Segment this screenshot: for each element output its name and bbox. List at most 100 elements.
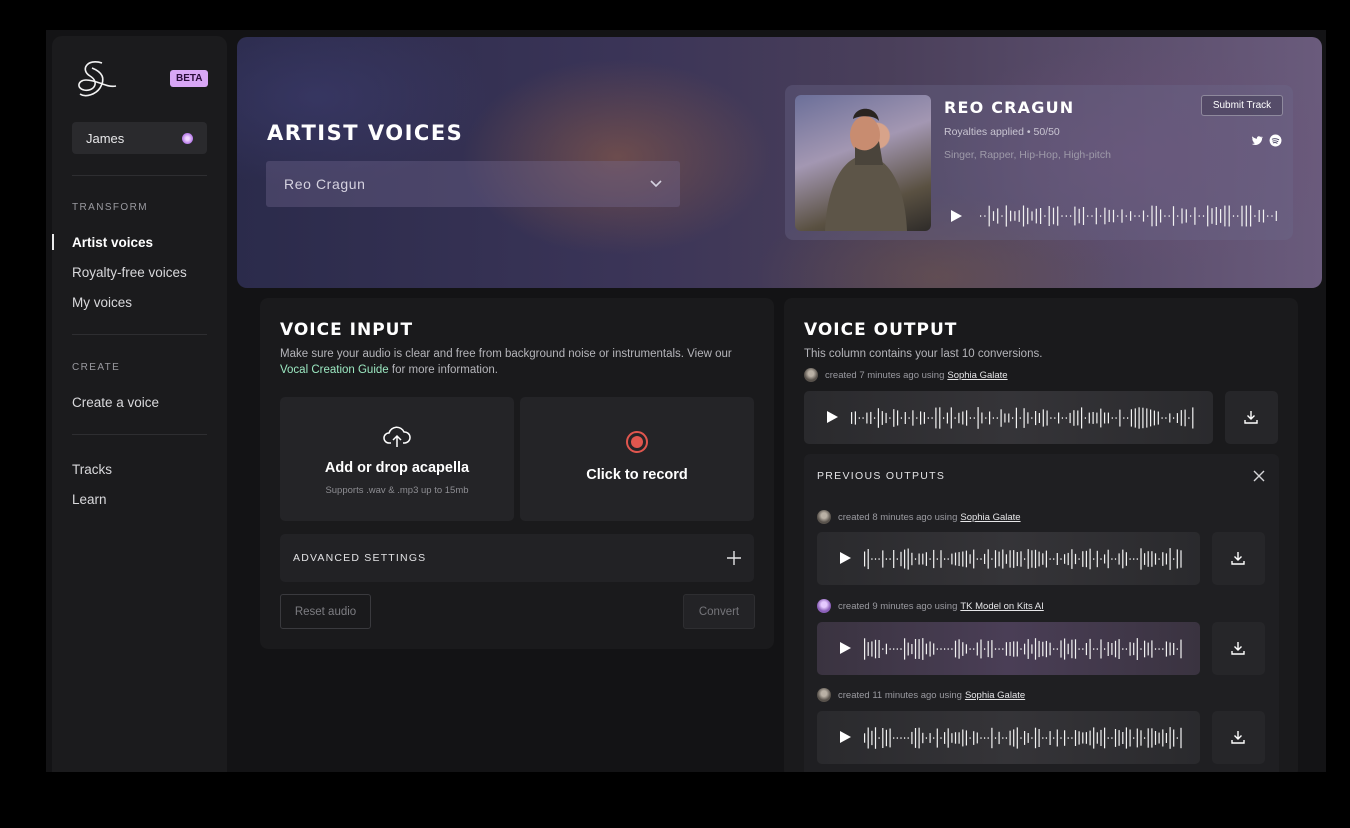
waveform-bar (998, 731, 1000, 745)
waveform-bar (1192, 407, 1194, 429)
nav-item-create-a-voice[interactable]: Create a voice (72, 395, 159, 410)
waveform-bar (1061, 215, 1063, 217)
waveform-bar (940, 648, 942, 650)
waveform-bar (1049, 642, 1051, 656)
waveform-bar (997, 208, 999, 224)
close-icon[interactable] (1253, 470, 1265, 482)
convert-button[interactable]: Convert (683, 594, 755, 629)
waveform-bar (1031, 644, 1033, 654)
waveform-bar (1158, 558, 1160, 560)
waveform-bar (1074, 639, 1077, 659)
waveform-bar (1211, 208, 1213, 224)
waveform-bar (1053, 737, 1055, 739)
waveform-bar (900, 737, 902, 739)
waveform[interactable] (980, 205, 1280, 227)
waveform-bar (1009, 642, 1011, 656)
download-button[interactable] (1225, 391, 1278, 444)
nav-item-tracks[interactable]: Tracks (72, 462, 112, 477)
waveform-bar (1031, 550, 1033, 568)
waveform-bar (1151, 551, 1153, 567)
reset-audio-button[interactable]: Reset audio (280, 594, 371, 629)
nav-item-learn[interactable]: Learn (72, 492, 107, 507)
waveform-bar (1096, 412, 1098, 424)
model-link[interactable]: TK Model on Kits AI (960, 601, 1043, 612)
download-button[interactable] (1212, 622, 1265, 675)
plus-icon (727, 551, 741, 565)
waveform-bar (1024, 731, 1026, 745)
waveform[interactable] (864, 727, 1184, 749)
waveform-bar (965, 550, 967, 568)
sidebar: BETA James TRANSFORM Artist voices Royal… (52, 36, 227, 772)
waveform-bar (1169, 413, 1171, 423)
download-button[interactable] (1212, 532, 1265, 585)
waveform-bar (1108, 209, 1110, 222)
waveform-bar (904, 412, 906, 424)
model-link[interactable]: Sophia Galate (947, 370, 1007, 381)
nav-item-artist-voices[interactable]: Artist voices (72, 235, 153, 250)
play-icon[interactable] (838, 551, 852, 565)
waveform-bar (867, 642, 869, 656)
model-link[interactable]: Sophia Galate (965, 690, 1025, 701)
waveform-bar (933, 549, 935, 569)
waveform-bar (1237, 215, 1239, 217)
waveform[interactable] (864, 638, 1184, 660)
waveform-bar (1038, 640, 1040, 658)
waveform-bar (858, 417, 860, 419)
waveform-bar (1054, 417, 1056, 419)
upload-dropzone[interactable]: Add or drop acapella Supports .wav & .mp… (280, 397, 514, 521)
waveform-bar (1004, 413, 1006, 423)
waveform-bar (954, 732, 957, 744)
waveform-bar (1121, 209, 1123, 223)
artist-select[interactable]: Reo Cragun (266, 161, 680, 207)
waveform-bar (866, 412, 868, 424)
model-link[interactable]: Sophia Galate (960, 512, 1020, 523)
play-icon[interactable] (838, 730, 852, 744)
waveform-bar (1048, 206, 1050, 226)
waveform-bar (965, 644, 967, 654)
waveform-bar (1129, 729, 1131, 747)
waveform-bar (1042, 737, 1044, 739)
twitter-icon[interactable] (1250, 134, 1263, 147)
waveform-bar (1140, 648, 1142, 650)
waveform-bar (931, 417, 933, 419)
waveform-bar (1169, 727, 1171, 749)
nav-item-royalty-free-voices[interactable]: Royalty-free voices (72, 265, 187, 280)
output-meta-text: created 7 minutes ago using (825, 369, 945, 381)
submit-track-button[interactable]: Submit Track (1201, 95, 1283, 116)
waveform-bar (1161, 417, 1163, 419)
waveform-bar (1158, 648, 1160, 650)
waveform-bar (882, 648, 884, 650)
vocal-creation-guide-link[interactable]: Vocal Creation Guide (280, 364, 389, 376)
waveform-bar (914, 728, 917, 748)
play-icon[interactable] (825, 410, 839, 424)
waveform-bar (1078, 208, 1080, 224)
waveform-bar (914, 639, 917, 659)
waveform-bar (1049, 731, 1051, 745)
play-icon[interactable] (838, 641, 852, 655)
waveform-bar (981, 412, 983, 424)
waveform[interactable] (864, 548, 1184, 570)
waveform-bar (900, 417, 902, 419)
waveform-bar (1077, 410, 1079, 426)
artist-name: REO CRAGUN (944, 98, 1075, 117)
waveform-bar (1111, 558, 1113, 560)
waveform-bar (980, 639, 982, 659)
advanced-settings-toggle[interactable]: ADVANCED SETTINGS (280, 534, 754, 582)
waveform-bar (1254, 215, 1256, 217)
waveform-bar (1220, 209, 1222, 223)
waveform[interactable] (851, 407, 1196, 429)
waveform-bar (896, 558, 898, 560)
waveform-bar (1155, 205, 1157, 227)
record-button[interactable]: Click to record (520, 397, 754, 521)
waveform-bar (922, 732, 924, 744)
spotify-icon[interactable] (1269, 134, 1282, 147)
logo-icon[interactable] (72, 58, 122, 100)
user-menu[interactable]: James (72, 122, 207, 154)
waveform-bar (1198, 215, 1200, 217)
download-button[interactable] (1212, 711, 1265, 764)
nav-item-my-voices[interactable]: My voices (72, 295, 132, 310)
waveform-bar (1125, 727, 1127, 749)
waveform-bar (1104, 207, 1106, 225)
waveform-bar (874, 639, 877, 659)
play-icon[interactable] (949, 209, 963, 223)
